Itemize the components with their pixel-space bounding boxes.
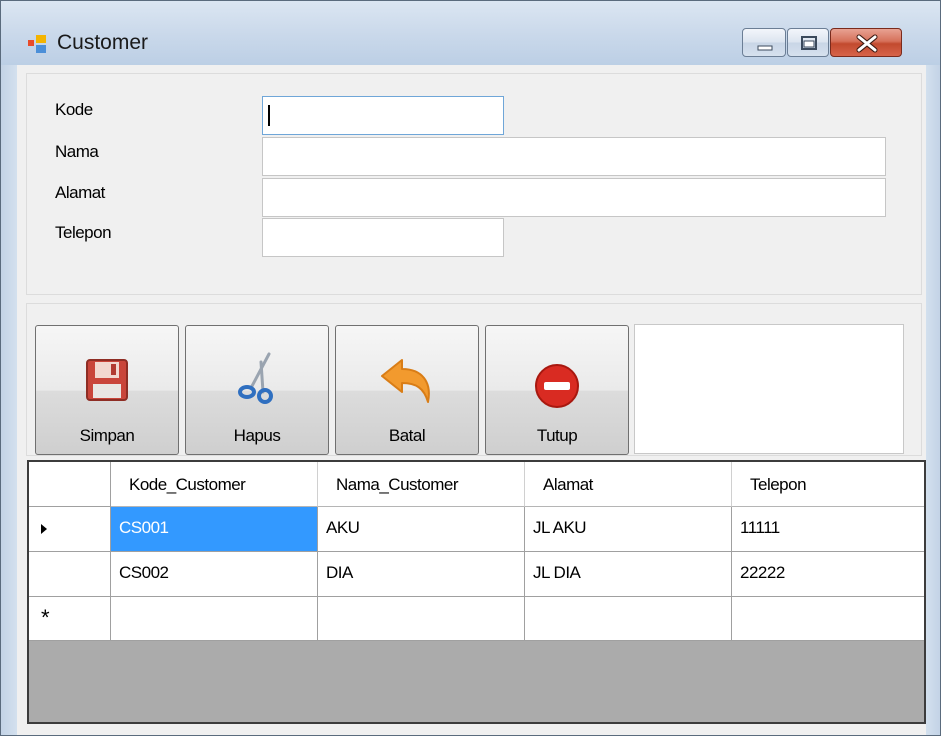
row-header-1[interactable] xyxy=(29,507,111,552)
title-bar[interactable]: Customer xyxy=(1,1,940,65)
column-header-nama[interactable]: Nama_Customer xyxy=(318,462,525,507)
minimize-button[interactable] xyxy=(742,28,786,57)
stop-icon xyxy=(535,364,579,408)
column-header-alamat[interactable]: Alamat xyxy=(525,462,732,507)
alamat-label: Alamat xyxy=(55,183,105,202)
batal-label: Batal xyxy=(388,426,426,445)
restore-icon xyxy=(801,36,817,50)
table-cell[interactable]: DIA xyxy=(318,552,525,597)
grid-corner-header[interactable] xyxy=(29,462,111,507)
customer-window: Customer Kode Nama Alamat Telepon Simpan… xyxy=(0,0,941,736)
tutup-label: Tutup xyxy=(536,426,578,445)
floppy-disk-icon xyxy=(86,359,128,401)
telepon-label: Telepon xyxy=(55,223,112,242)
new-row-cell[interactable] xyxy=(111,597,318,641)
batal-button[interactable]: Batal xyxy=(335,325,479,455)
current-row-indicator-icon xyxy=(41,524,47,534)
scissors-icon xyxy=(238,352,273,404)
window-title: Customer xyxy=(57,31,149,54)
simpan-button[interactable]: Simpan xyxy=(35,325,179,455)
maximize-button[interactable] xyxy=(787,28,829,57)
close-button[interactable] xyxy=(830,28,902,57)
kode-label: Kode xyxy=(55,100,93,119)
table-cell[interactable]: 22222 xyxy=(732,552,924,597)
new-row-cell[interactable] xyxy=(318,597,525,641)
text-caret xyxy=(268,105,270,126)
customer-grid[interactable]: Kode_Customer Nama_Customer Alamat Telep… xyxy=(27,460,926,724)
hapus-label: Hapus xyxy=(233,426,281,445)
nama-label: Nama xyxy=(55,142,99,161)
minimize-icon xyxy=(757,45,773,51)
table-cell[interactable]: CS001 xyxy=(111,507,318,552)
new-row-cell[interactable] xyxy=(525,597,732,641)
tutup-button[interactable]: Tutup xyxy=(485,325,629,455)
table-cell[interactable]: CS002 xyxy=(111,552,318,597)
app-icon xyxy=(28,35,46,53)
alamat-input[interactable] xyxy=(262,178,886,217)
new-row-cell[interactable] xyxy=(732,597,924,641)
row-header-2[interactable] xyxy=(29,552,111,597)
telepon-input[interactable] xyxy=(262,218,504,257)
window-border-left xyxy=(1,65,17,735)
hapus-button[interactable]: Hapus xyxy=(185,325,329,455)
new-row-header[interactable]: * xyxy=(29,597,111,641)
client-area: Kode Nama Alamat Telepon Simpan Hapus Ba… xyxy=(18,65,926,735)
column-header-kode[interactable]: Kode_Customer xyxy=(111,462,318,507)
blank-panel xyxy=(634,324,904,454)
table-cell[interactable]: JL AKU xyxy=(525,507,732,552)
table-cell[interactable]: AKU xyxy=(318,507,525,552)
undo-arrow-icon xyxy=(381,359,430,403)
kode-input[interactable] xyxy=(262,96,504,135)
column-header-telepon[interactable]: Telepon xyxy=(732,462,924,507)
close-icon xyxy=(856,34,878,53)
table-cell[interactable]: JL DIA xyxy=(525,552,732,597)
window-border-right xyxy=(926,65,940,735)
nama-input[interactable] xyxy=(262,137,886,176)
table-cell[interactable]: 11111 xyxy=(732,507,924,552)
simpan-label: Simpan xyxy=(79,426,135,445)
